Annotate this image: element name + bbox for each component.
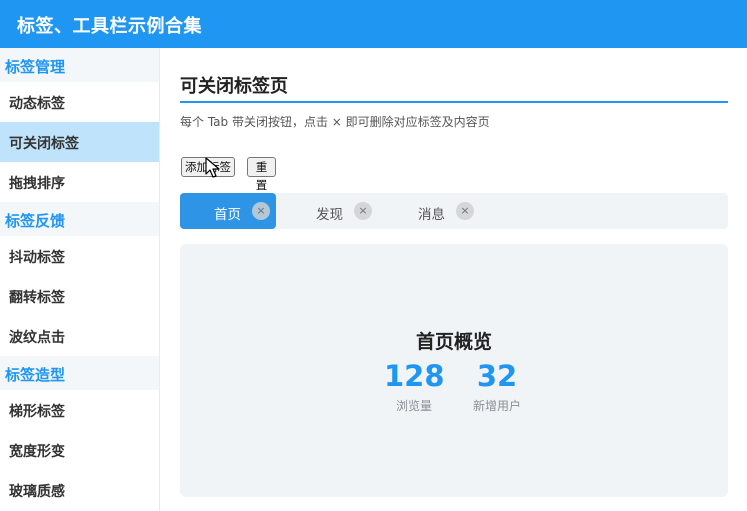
page-title: 可关闭标签页: [180, 76, 288, 97]
main-content: 可关闭标签页 每个 Tab 带关闭按钮，点击 × 即可删除对应标签及内容页 添加…: [160, 48, 747, 511]
stat-page-views-label: 浏览量: [395, 399, 432, 413]
tab-home-close-icon[interactable]: ×: [252, 202, 270, 220]
tab-messages-label: 消息: [418, 207, 445, 223]
stat-new-users-value: 32: [476, 359, 518, 393]
tab-bar: 首页 × 发现 × 消息 ×: [180, 193, 728, 229]
sidebar-item-flip-tags[interactable]: 翻转标签: [0, 276, 159, 316]
sidebar-item-closable-tags[interactable]: 可关闭标签: [0, 122, 159, 162]
stat-page-views-value: 128: [384, 359, 445, 393]
sidebar-item-shake-tags[interactable]: 抖动标签: [0, 236, 159, 276]
sidebar-group-tag-shape: 标签造型: [0, 356, 159, 390]
tab-messages[interactable]: 消息 ×: [384, 193, 480, 229]
tab-messages-close-icon[interactable]: ×: [456, 202, 474, 220]
reset-button[interactable]: 重置: [247, 157, 276, 192]
tab-discover-label: 发现: [316, 207, 343, 223]
panel-title: 首页概览: [415, 331, 492, 353]
app-header: 标签、工具栏示例合集: [0, 0, 747, 48]
stat-new-users: 32 新增用户: [467, 358, 527, 414]
sidebar-item-width-morph[interactable]: 宽度形变: [0, 430, 159, 470]
tab-home[interactable]: 首页 ×: [180, 193, 276, 229]
sidebar-item-drag-sort[interactable]: 拖拽排序: [0, 162, 159, 202]
sidebar: 标签管理 动态标签 可关闭标签 拖拽排序 标签反馈 抖动标签 翻转标签 波纹点击…: [0, 48, 160, 511]
tab-content-panel: 首页概览 128 浏览量 32 新增用户: [180, 244, 728, 497]
add-tag-button[interactable]: 添加标签: [181, 157, 235, 177]
title-underline: [180, 101, 728, 103]
app-title: 标签、工具栏示例合集: [17, 16, 202, 37]
sidebar-item-glass-texture[interactable]: 玻璃质感: [0, 470, 159, 510]
tab-discover-close-icon[interactable]: ×: [354, 202, 372, 220]
stat-page-views: 128 浏览量: [384, 358, 445, 414]
sidebar-item-dynamic-tags[interactable]: 动态标签: [0, 82, 159, 122]
sidebar-group-tag-management: 标签管理: [0, 48, 159, 82]
sidebar-item-trapezoid-tags[interactable]: 梯形标签: [0, 390, 159, 430]
page-description: 每个 Tab 带关闭按钮，点击 × 即可删除对应标签及内容页: [180, 115, 490, 129]
tab-home-label: 首页: [214, 207, 241, 223]
sidebar-group-tag-feedback: 标签反馈: [0, 202, 159, 236]
sidebar-item-ripple-click[interactable]: 波纹点击: [0, 316, 159, 356]
stat-new-users-label: 新增用户: [472, 399, 521, 413]
tab-discover[interactable]: 发现 ×: [282, 193, 378, 229]
